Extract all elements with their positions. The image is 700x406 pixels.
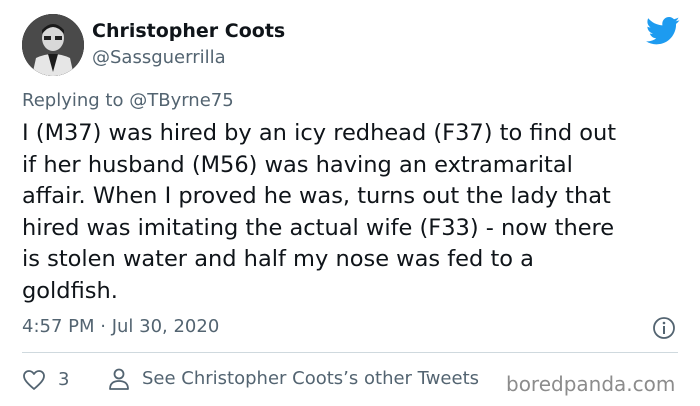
tweet-text: I (M37) was hired by an icy redhead (F37… <box>22 118 682 307</box>
tweet-line: affair. When I proved he was, turns out … <box>22 183 611 209</box>
see-other-tweets-link[interactable]: See Christopher Coots’s other Tweets <box>142 368 479 389</box>
tweet-line: I (M37) was hired by an icy redhead (F37… <box>22 120 617 146</box>
like-count: 3 <box>58 369 70 390</box>
tweet-line: is stolen water and half my nose was fed… <box>22 246 534 272</box>
reply-context: Replying to @TByrne75 <box>22 90 234 111</box>
tweet-line: goldfish. <box>22 277 118 304</box>
author-handle[interactable]: @Sassguerrilla <box>92 47 226 68</box>
tweet-card: Christopher Coots @Sassguerrilla Replyin… <box>0 0 700 406</box>
reply-mention[interactable]: @TByrne75 <box>129 90 233 111</box>
avatar-photo <box>22 14 84 76</box>
tweet-line: if her husband (M56) was having an extra… <box>22 151 573 178</box>
watermark: boredpanda.com <box>506 372 676 396</box>
info-icon[interactable] <box>652 316 676 340</box>
author-name[interactable]: Christopher Coots <box>92 20 285 42</box>
divider <box>22 352 678 353</box>
twitter-bird-icon[interactable] <box>646 16 680 46</box>
person-icon <box>109 368 129 390</box>
tweet-line: hired was imitating the actual wife (F33… <box>22 214 615 241</box>
avatar[interactable] <box>22 14 84 76</box>
tweet-timestamp[interactable]: 4:57 PM · Jul 30, 2020 <box>22 316 219 337</box>
heart-icon[interactable] <box>22 368 46 392</box>
reply-prefix: Replying to <box>22 90 124 111</box>
